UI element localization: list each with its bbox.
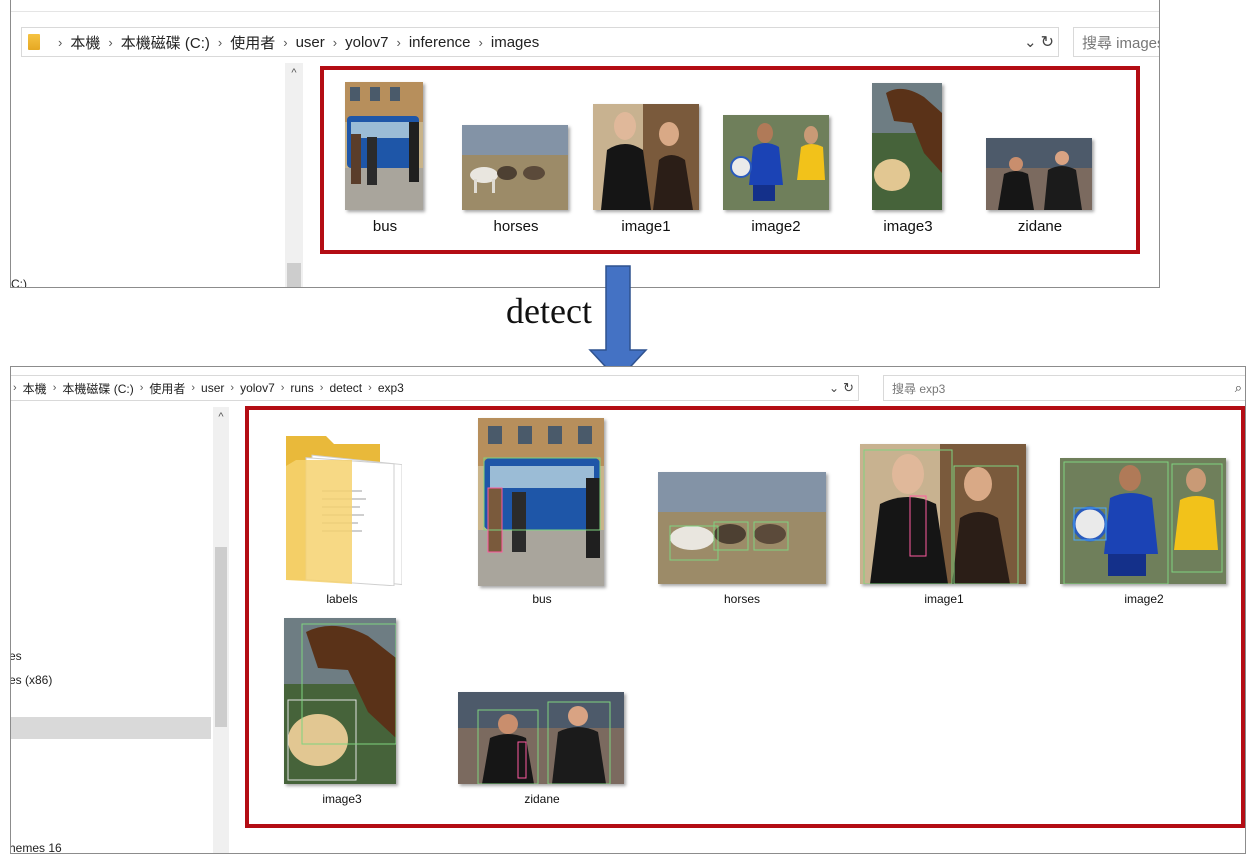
- folder-tile-labels[interactable]: labels: [272, 418, 412, 610]
- chevron-down-icon[interactable]: ⌄: [829, 381, 839, 395]
- file-name: image1: [621, 218, 671, 235]
- file-tile-bus[interactable]: bus: [330, 80, 440, 240]
- breadcrumb-users[interactable]: 使用者: [230, 32, 275, 53]
- breadcrumb-yolov7[interactable]: yolov7: [240, 381, 275, 395]
- nav-item[interactable]: hemes 16: [11, 841, 62, 853]
- breadcrumb-separator: ›: [478, 34, 483, 50]
- file-name: bus: [372, 218, 398, 235]
- breadcrumb-runs[interactable]: runs: [290, 381, 313, 395]
- file-tile-horses[interactable]: horses: [652, 414, 832, 610]
- file-tile-zidane[interactable]: zidane: [984, 80, 1096, 240]
- thumbnail-image: [723, 115, 829, 210]
- file-tile-image1[interactable]: image1: [854, 414, 1034, 610]
- nav-item[interactable]: es: [11, 649, 22, 663]
- breadcrumb-separator: ›: [58, 34, 63, 50]
- search-placeholder: 搜尋 images: [1082, 34, 1160, 52]
- breadcrumb-separator: ›: [368, 382, 372, 394]
- search-input[interactable]: 搜尋 images: [1073, 27, 1160, 57]
- thumbnail-image: [872, 83, 942, 210]
- file-tile-image2[interactable]: image2: [720, 80, 832, 240]
- detect-label: detect: [506, 291, 592, 331]
- breadcrumb-this-pc[interactable]: 本機: [70, 32, 100, 53]
- scrollbar-thumb[interactable]: [215, 547, 227, 727]
- file-name: image2: [1124, 592, 1164, 606]
- breadcrumb-yolov7[interactable]: yolov7: [345, 34, 388, 51]
- breadcrumb: › 本機 › 本機磁碟 (C:) › 使用者 › user › yolov7 ›…: [50, 32, 1024, 53]
- thumbnail-image: [860, 444, 1026, 584]
- breadcrumb-local-disk[interactable]: 本機磁碟 (C:): [121, 32, 210, 53]
- file-name: image1: [924, 592, 964, 606]
- nav-scrollbar[interactable]: ^: [213, 407, 229, 853]
- nav-item-local-disk[interactable]: (C:): [11, 277, 27, 287]
- nav-item-selected[interactable]: [11, 717, 211, 739]
- breadcrumb-separator: ›: [191, 382, 196, 394]
- breadcrumb-separator: ›: [280, 382, 285, 394]
- thumbnail-image: [986, 138, 1092, 210]
- address-bar[interactable]: › 本機 › 本機磁碟 (C:) › 使用者 › user › yolov7 ›…: [21, 27, 1059, 57]
- address-bar[interactable]: › 本機 › 本機磁碟 (C:) › 使用者 › user › yolov7 ›…: [11, 375, 859, 401]
- breadcrumb-user[interactable]: user: [201, 381, 224, 395]
- scrollbar-thumb[interactable]: [287, 263, 301, 287]
- breadcrumb-separator: ›: [283, 34, 288, 50]
- chevron-down-icon[interactable]: ⌄: [1024, 33, 1037, 51]
- file-name: bus: [532, 592, 552, 606]
- breadcrumb-separator: ›: [108, 34, 113, 50]
- breadcrumb-separator: ›: [139, 382, 144, 394]
- folder-icon: [286, 436, 402, 586]
- navigation-pane: (C:) ^: [11, 63, 303, 287]
- breadcrumb-separator: ›: [396, 34, 401, 50]
- breadcrumb-exp3[interactable]: exp3: [378, 381, 404, 395]
- breadcrumb-separator: ›: [230, 382, 235, 394]
- breadcrumb-detect[interactable]: detect: [329, 381, 362, 395]
- file-tile-horses[interactable]: horses: [460, 80, 572, 240]
- file-name: zidane: [1017, 218, 1063, 235]
- file-name: image3: [883, 218, 933, 235]
- thumbnail-image: [284, 618, 396, 784]
- file-name: zidane: [524, 792, 560, 806]
- search-icon[interactable]: ⌕: [1235, 380, 1242, 396]
- file-tile-image3[interactable]: image3: [272, 612, 412, 808]
- breadcrumb: › 本機 › 本機磁碟 (C:) › 使用者 › user › yolov7 ›…: [11, 380, 829, 397]
- thumbnail-image: [458, 692, 624, 784]
- breadcrumb-separator: ›: [319, 382, 324, 394]
- refresh-icon[interactable]: ↻: [843, 380, 854, 396]
- file-tile-image2[interactable]: image2: [1054, 414, 1234, 610]
- breadcrumb-this-pc[interactable]: 本機: [23, 380, 47, 397]
- breadcrumb-users[interactable]: 使用者: [149, 380, 185, 397]
- breadcrumb-inference[interactable]: inference: [409, 34, 471, 51]
- breadcrumb-local-disk[interactable]: 本機磁碟 (C:): [62, 380, 133, 397]
- nav-item[interactable]: es (x86): [11, 673, 52, 687]
- thumbnail-image: [658, 472, 826, 584]
- file-tile-image1[interactable]: image1: [590, 80, 702, 240]
- chevron-up-icon[interactable]: ^: [285, 67, 303, 79]
- folder-icon: [28, 34, 40, 50]
- search-placeholder: 搜尋 exp3: [892, 381, 946, 396]
- breadcrumb-separator: ›: [13, 382, 17, 394]
- file-name: horses: [493, 218, 539, 235]
- chevron-up-icon[interactable]: ^: [213, 411, 229, 423]
- thumbnail-image: [345, 82, 423, 210]
- column-header-strip: [11, 0, 1159, 12]
- breadcrumb-separator: ›: [217, 34, 223, 50]
- thumbnail-image: [478, 418, 604, 586]
- file-name: horses: [723, 592, 761, 606]
- thumbnail-image: [1060, 458, 1226, 584]
- file-name: image3: [322, 792, 362, 806]
- navigation-pane: es es (x86) hemes 16 ^: [11, 407, 229, 853]
- breadcrumb-images[interactable]: images: [491, 34, 539, 51]
- file-tile-zidane[interactable]: zidane: [452, 612, 632, 808]
- file-tile-bus[interactable]: bus: [468, 414, 616, 610]
- breadcrumb-separator: ›: [332, 34, 338, 50]
- breadcrumb-separator: ›: [52, 382, 57, 394]
- breadcrumb-user[interactable]: user: [296, 34, 325, 51]
- nav-scrollbar[interactable]: ^: [285, 63, 303, 287]
- refresh-icon[interactable]: ↻: [1041, 32, 1054, 52]
- file-name: labels: [326, 592, 358, 606]
- thumbnail-image: [462, 125, 568, 210]
- file-name: image2: [751, 218, 801, 235]
- thumbnail-image: [593, 104, 699, 210]
- search-input[interactable]: 搜尋 exp3 ⌕: [883, 375, 1245, 401]
- file-tile-image3[interactable]: image3: [852, 80, 964, 240]
